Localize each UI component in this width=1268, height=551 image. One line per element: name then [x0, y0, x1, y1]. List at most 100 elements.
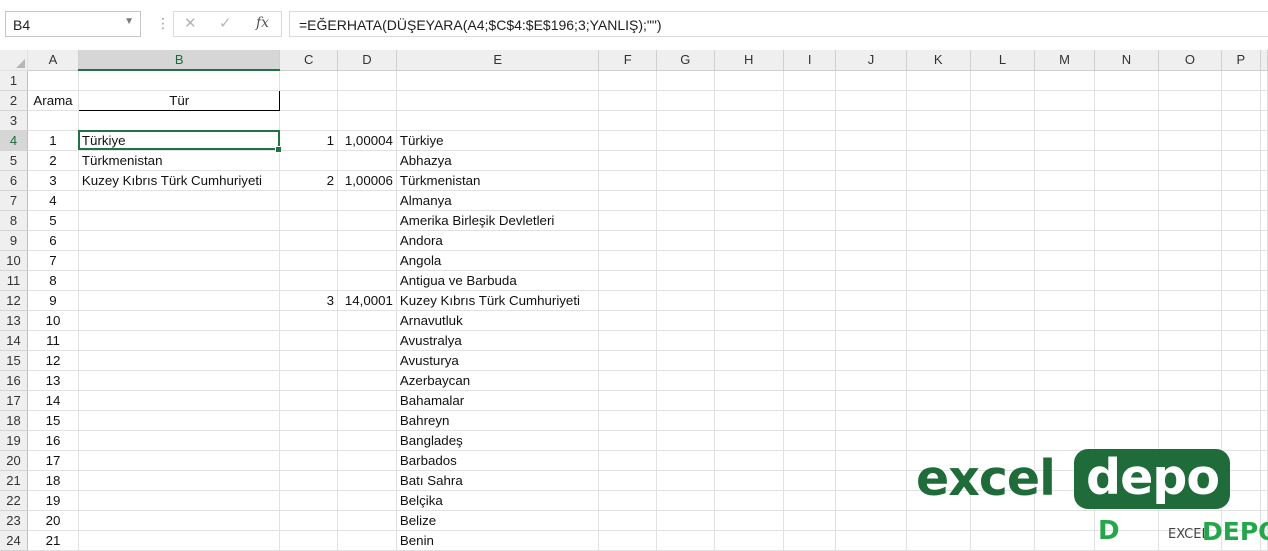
cell-i23[interactable]	[783, 510, 837, 531]
cell-n12[interactable]	[1094, 290, 1160, 311]
cell-h4[interactable]	[714, 130, 784, 151]
cell-g23[interactable]	[656, 510, 715, 531]
cell-o11[interactable]	[1158, 270, 1222, 291]
cell-l1[interactable]	[970, 70, 1036, 91]
cell-e18[interactable]: Bahreyn	[396, 410, 600, 431]
cell-m7[interactable]	[1034, 190, 1095, 211]
cell-g6[interactable]	[656, 170, 715, 191]
cell-h17[interactable]	[714, 390, 784, 411]
cell-p4[interactable]	[1221, 130, 1262, 151]
column-header-o[interactable]: O	[1158, 50, 1222, 71]
row-header[interactable]: 8	[0, 210, 29, 231]
cell-_20[interactable]	[1260, 450, 1268, 471]
cell-a5[interactable]: 2	[27, 150, 79, 171]
row-header[interactable]: 7	[0, 190, 29, 211]
cell-a24[interactable]: 21	[27, 530, 79, 551]
cell-c9[interactable]	[279, 230, 339, 251]
column-header-i[interactable]: I	[783, 50, 837, 71]
cell-p11[interactable]	[1221, 270, 1262, 291]
cell-a17[interactable]: 14	[27, 390, 79, 411]
cell-i16[interactable]	[783, 370, 837, 391]
cell-p15[interactable]	[1221, 350, 1262, 371]
cell-e5[interactable]: Abhazya	[396, 150, 600, 171]
more-options-icon[interactable]: ⋮	[156, 15, 170, 32]
cell-h19[interactable]	[714, 430, 784, 451]
cell-m1[interactable]	[1034, 70, 1095, 91]
cell-k14[interactable]	[906, 330, 971, 351]
cell-_17[interactable]	[1260, 390, 1268, 411]
cell-e12[interactable]: Kuzey Kıbrıs Türk Cumhuriyeti	[396, 290, 600, 311]
cell-b10[interactable]	[78, 250, 281, 271]
cell-i17[interactable]	[783, 390, 837, 411]
cell-i24[interactable]	[783, 530, 837, 551]
cell-n1[interactable]	[1094, 70, 1160, 91]
cell-g18[interactable]	[656, 410, 715, 431]
cell-d15[interactable]	[337, 350, 397, 371]
cell-c18[interactable]	[279, 410, 339, 431]
cell-k7[interactable]	[906, 190, 971, 211]
cell-p7[interactable]	[1221, 190, 1262, 211]
formula-input[interactable]: =EĞERHATA(DÜŞEYARA(A4;$C$4:$E$196;3;YANL…	[289, 11, 1268, 37]
cell-h1[interactable]	[714, 70, 784, 91]
cell-n18[interactable]	[1094, 410, 1160, 431]
cell-i7[interactable]	[783, 190, 837, 211]
cell-j20[interactable]	[835, 450, 907, 471]
cell-j8[interactable]	[835, 210, 907, 231]
column-header-n[interactable]: N	[1094, 50, 1160, 71]
cell-e21[interactable]: Batı Sahra	[396, 470, 600, 491]
cell-l5[interactable]	[970, 150, 1036, 171]
cell-j14[interactable]	[835, 330, 907, 351]
cell-o9[interactable]	[1158, 230, 1222, 251]
cell-o18[interactable]	[1158, 410, 1222, 431]
column-header-d[interactable]: D	[337, 50, 397, 71]
cell-n8[interactable]	[1094, 210, 1160, 231]
cell-d2[interactable]	[337, 90, 397, 111]
cell-h3[interactable]	[714, 110, 784, 131]
cell-h5[interactable]	[714, 150, 784, 171]
cell-h11[interactable]	[714, 270, 784, 291]
cell-h24[interactable]	[714, 530, 784, 551]
cell-m18[interactable]	[1034, 410, 1095, 431]
cell-a16[interactable]: 13	[27, 370, 79, 391]
cell-a21[interactable]: 18	[27, 470, 79, 491]
column-header-p[interactable]: P	[1221, 50, 1262, 71]
cell-j9[interactable]	[835, 230, 907, 251]
cell-h20[interactable]	[714, 450, 784, 471]
cell-f5[interactable]	[598, 150, 657, 171]
row-header[interactable]: 23	[0, 510, 29, 531]
cell-d11[interactable]	[337, 270, 397, 291]
cell-l11[interactable]	[970, 270, 1036, 291]
cell-e17[interactable]: Bahamalar	[396, 390, 600, 411]
cell-l18[interactable]	[970, 410, 1036, 431]
cell-h14[interactable]	[714, 330, 784, 351]
cell-j17[interactable]	[835, 390, 907, 411]
cell-k3[interactable]	[906, 110, 971, 131]
cell-i13[interactable]	[783, 310, 837, 331]
cell-d6[interactable]: 1,00006	[337, 170, 397, 191]
cell-k18[interactable]	[906, 410, 971, 431]
cell-g17[interactable]	[656, 390, 715, 411]
column-header-k[interactable]: K	[906, 50, 971, 71]
cell-i19[interactable]	[783, 430, 837, 451]
cell-c6[interactable]: 2	[279, 170, 339, 191]
cell-b23[interactable]	[78, 510, 281, 531]
cell-d21[interactable]	[337, 470, 397, 491]
cell-j7[interactable]	[835, 190, 907, 211]
cell-c22[interactable]	[279, 490, 339, 511]
cell-d13[interactable]	[337, 310, 397, 331]
cell-_9[interactable]	[1260, 230, 1268, 251]
row-header[interactable]: 3	[0, 110, 29, 131]
cell-c16[interactable]	[279, 370, 339, 391]
row-header[interactable]: 16	[0, 370, 29, 391]
cell-c1[interactable]	[279, 70, 339, 91]
cell-g8[interactable]	[656, 210, 715, 231]
cell-c21[interactable]	[279, 470, 339, 491]
cell-e16[interactable]: Azerbaycan	[396, 370, 600, 391]
cell-e1[interactable]	[396, 70, 600, 91]
cell-f15[interactable]	[598, 350, 657, 371]
cell-n5[interactable]	[1094, 150, 1160, 171]
cell-n11[interactable]	[1094, 270, 1160, 291]
cell-g3[interactable]	[656, 110, 715, 131]
cell-e2[interactable]	[396, 90, 600, 111]
cell-d8[interactable]	[337, 210, 397, 231]
